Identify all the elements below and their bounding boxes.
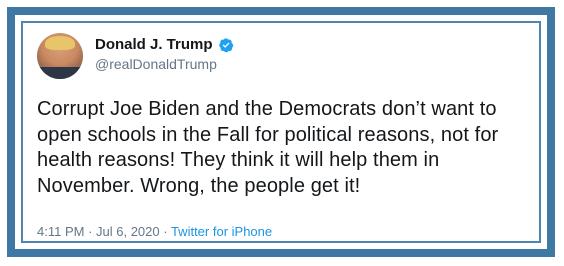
tweet: Donald J. Trump @realDonaldTrump Corrupt… — [23, 23, 539, 241]
author-name-row[interactable]: Donald J. Trump — [95, 36, 234, 53]
tweet-time[interactable]: 4:11 PM — [37, 224, 84, 239]
tweet-frame: Donald J. Trump @realDonaldTrump Corrupt… — [7, 7, 555, 257]
avatar[interactable] — [37, 33, 83, 79]
tweet-meta: 4:11 PM · Jul 6, 2020 · Twitter for iPho… — [37, 224, 272, 239]
tweet-frame-inner: Donald J. Trump @realDonaldTrump Corrupt… — [15, 15, 547, 249]
tweet-card: Donald J. Trump @realDonaldTrump Corrupt… — [21, 21, 541, 243]
tweet-text: Corrupt Joe Biden and the Democrats don’… — [37, 98, 499, 197]
author-handle[interactable]: @realDonaldTrump — [95, 56, 234, 72]
meta-separator: · — [84, 224, 97, 239]
avatar-hair — [45, 36, 75, 50]
author-info: Donald J. Trump @realDonaldTrump — [95, 36, 234, 72]
avatar-suit — [37, 67, 83, 79]
tweet-source-link[interactable]: Twitter for iPhone — [171, 224, 272, 239]
author-display-name[interactable]: Donald J. Trump — [95, 36, 213, 53]
verified-badge-icon — [218, 37, 233, 52]
meta-separator: · — [159, 224, 171, 239]
tweet-date[interactable]: Jul 6, 2020 — [96, 224, 160, 239]
